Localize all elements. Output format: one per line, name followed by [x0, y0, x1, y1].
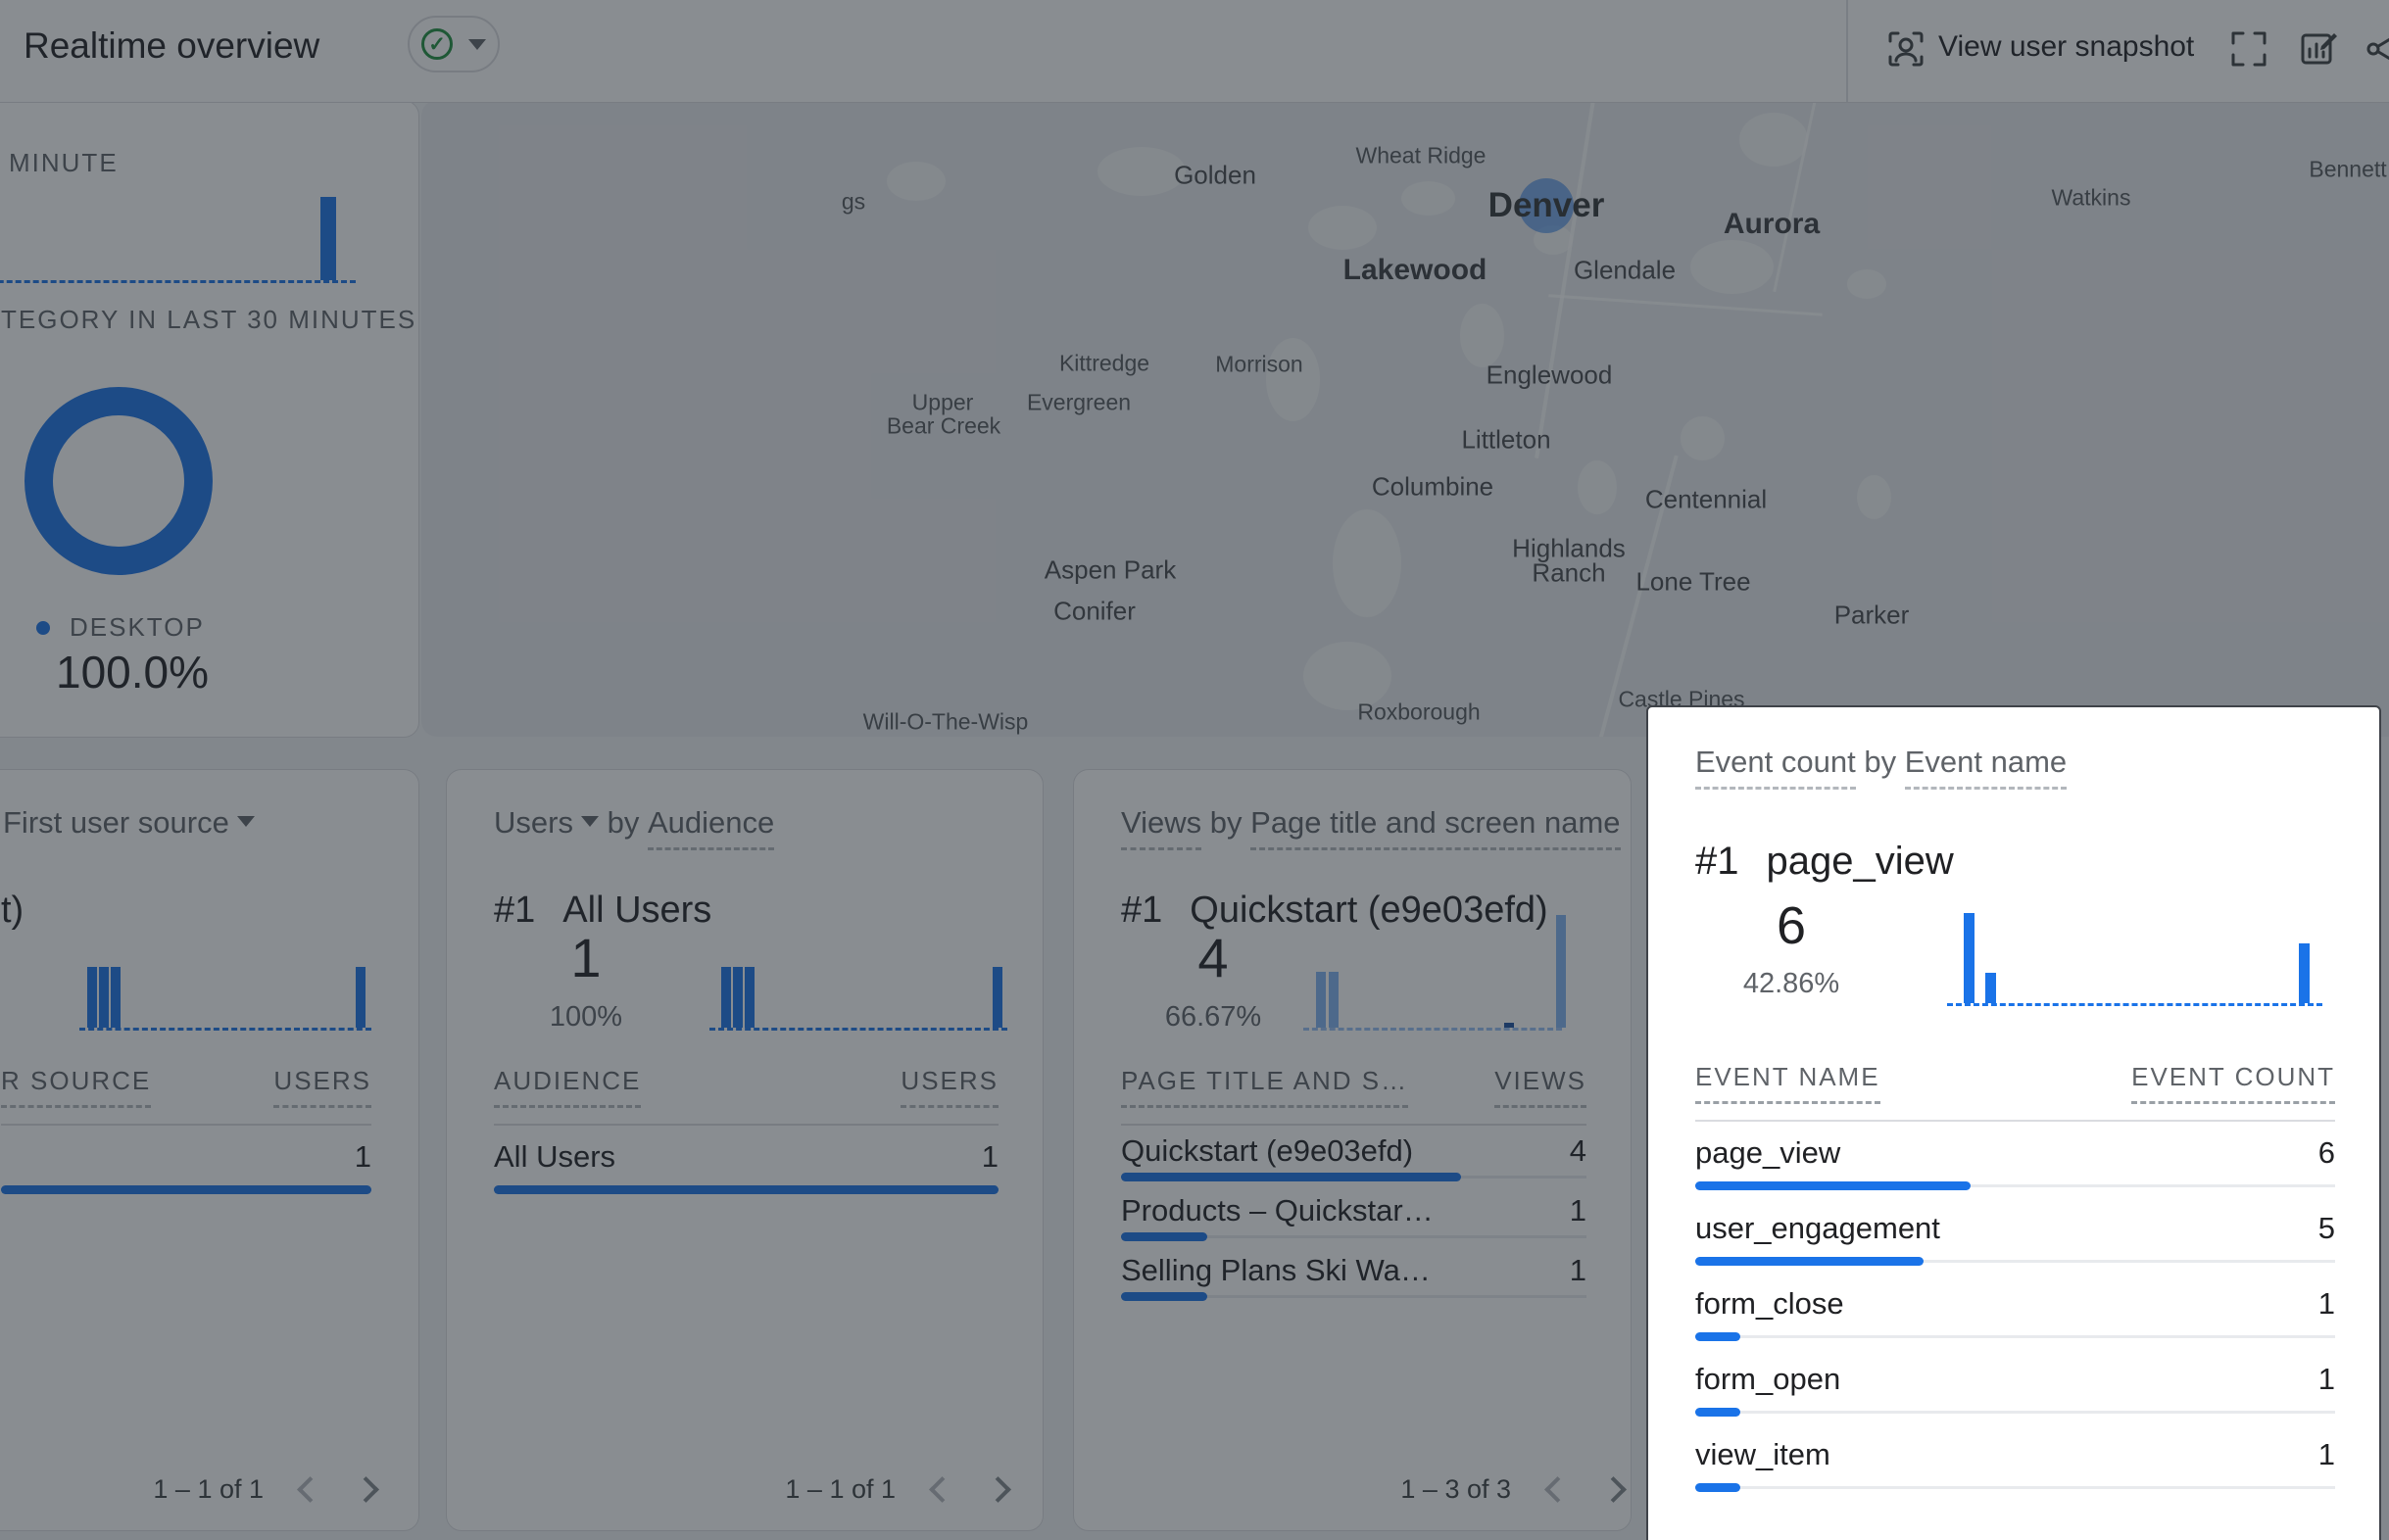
row-bar: [1695, 1181, 2335, 1190]
row-dimension: view_item: [1695, 1437, 1830, 1472]
row-dimension: form_open: [1695, 1362, 1840, 1397]
row-bar: [1695, 1257, 2335, 1266]
sparkline-bar: [1964, 913, 1975, 1003]
row-value: 1: [2318, 1362, 2335, 1397]
metric-stat: 6 42.86%: [1687, 899, 1895, 1000]
top-entry: #1 page_view: [1695, 840, 1954, 884]
table-row: user_engagement 5: [1695, 1197, 2335, 1273]
row-bar: [1695, 1483, 2335, 1492]
dimension-label[interactable]: Event name: [1905, 745, 2067, 790]
metric-value: 6: [1687, 899, 1895, 952]
row-value: 1: [2318, 1286, 2335, 1322]
row-value: 1: [2318, 1437, 2335, 1472]
table-row: form_open 1: [1695, 1348, 2335, 1423]
row-dimension: form_close: [1695, 1286, 1844, 1322]
column-header[interactable]: EVENT NAME: [1695, 1062, 1880, 1104]
sparkline-chart: [1947, 913, 2322, 1006]
row-bar: [1695, 1332, 2335, 1341]
data-table: EVENT NAME EVENT COUNT page_view 6 user_enga…: [1695, 1062, 2335, 1499]
sparkline-bar: [2299, 943, 2310, 1003]
row-value: 6: [2318, 1135, 2335, 1171]
table-row: form_close 1: [1695, 1273, 2335, 1348]
ga-realtime-overview: lawkgsGoldenWheat RidgeDenverAuroraWatki…: [0, 0, 2389, 1540]
column-header[interactable]: EVENT COUNT: [2131, 1062, 2335, 1104]
row-dimension: page_view: [1695, 1135, 1840, 1171]
sparkline-bar: [1985, 973, 1996, 1003]
metric-percentage: 42.86%: [1687, 968, 1895, 1000]
card-event-count-by-event-name: Event count by Event name #1 page_view 6 …: [1646, 705, 2381, 1540]
row-value: 5: [2318, 1211, 2335, 1246]
rank-number: #1: [1695, 840, 1739, 883]
row-dimension: user_engagement: [1695, 1211, 1940, 1246]
table-row: view_item 1: [1695, 1423, 2335, 1499]
card-title: Event count by Event name: [1695, 745, 2067, 790]
row-bar: [1695, 1408, 2335, 1417]
title-by: by: [1864, 745, 1896, 779]
top-entry-name: page_view: [1767, 840, 1954, 883]
metric-label[interactable]: Event count: [1695, 745, 1856, 790]
table-row: page_view 6: [1695, 1122, 2335, 1197]
